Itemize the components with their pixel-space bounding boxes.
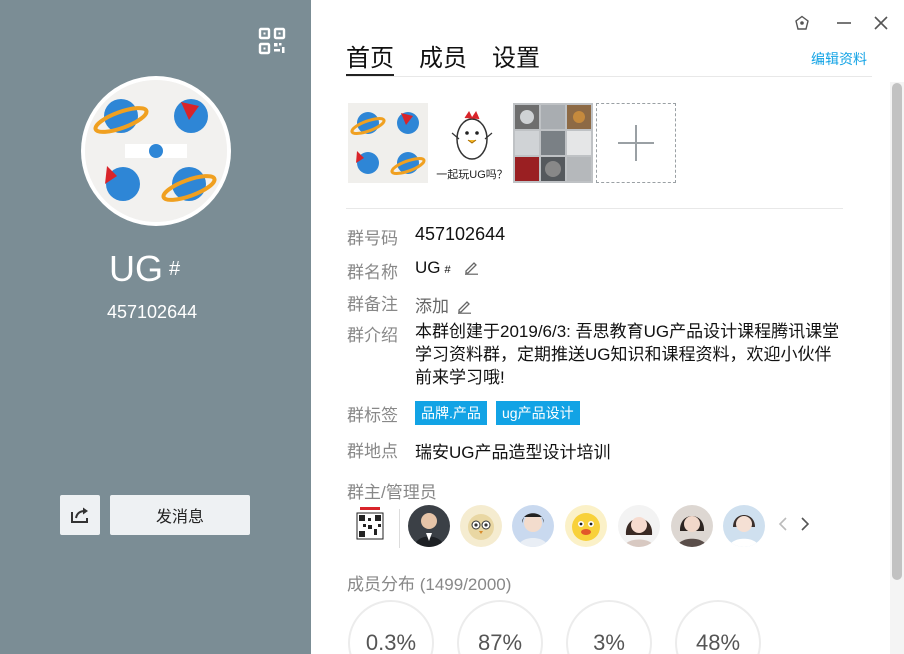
section-divider [346,208,843,209]
group-name-text: UG [109,248,163,289]
plus-icon [618,125,654,161]
tab-divider [346,76,872,77]
member-distribution-title: 成员分布 (1499/2000) [347,570,511,595]
tab-bar: 首页 成员 设置 [346,38,565,76]
distribution-count: (1499/2000) [419,575,512,594]
remark-label: 群备注 [347,295,398,314]
minimize-icon[interactable] [834,13,854,33]
admin-avatar[interactable] [618,505,660,547]
tab-home[interactable]: 首页 [346,38,394,76]
group-photo[interactable]: 一起玩UG吗？ [432,103,512,183]
group-number: 457102644 [107,302,198,322]
edit-remark-icon [457,301,471,314]
add-remark-link[interactable]: 添加 [415,292,472,317]
admins-next-arrow[interactable] [800,515,810,538]
tab-members[interactable]: 成员 [419,38,467,76]
edit-profile-link[interactable]: 编辑资料 [811,49,867,69]
pin-icon[interactable] [792,13,812,33]
group-id-value: 457102644 [415,224,506,244]
profile-panel: UG # 457102644 发消息 [0,0,311,654]
group-name-text: UG [415,258,441,277]
qr-code-icon[interactable] [257,26,287,56]
admin-separator [399,509,400,548]
owner-qr-avatar[interactable] [350,505,390,547]
group-photo[interactable] [513,103,593,183]
group-avatar[interactable] [81,76,231,226]
scrollbar-thumb[interactable] [892,83,902,580]
intro-value: 本群创建于2019/6/3: 吾思教育UG产品设计课程腾讯课堂学习资料群，定期推… [415,322,840,387]
group-name-title: UG # [109,248,180,290]
admin-avatar[interactable] [460,505,502,547]
share-icon [71,507,88,523]
group-name-label: 群名称 [347,263,398,282]
distribution-stat[interactable]: 87% [457,600,543,654]
admins-label: 群主/管理员 [347,483,437,502]
close-icon[interactable] [871,13,891,33]
group-name-badge: # [444,264,451,276]
send-message-button[interactable]: 发消息 [110,495,250,535]
tags-label: 群标签 [347,406,398,425]
distribution-stat[interactable]: 0.3% [348,600,434,654]
add-remark-text: 添加 [415,297,449,316]
admin-avatar[interactable] [671,505,713,547]
add-photo-button[interactable] [596,103,676,183]
group-tag[interactable]: 品牌.产品 [415,401,487,425]
group-photo[interactable] [348,103,428,183]
group-id-label: 群号码 [347,229,398,248]
group-tag[interactable]: ug产品设计 [496,401,580,425]
location-value: 瑞安UG产品造型设计培训 [415,443,611,462]
admin-avatar[interactable] [723,505,765,547]
edit-name-icon[interactable] [463,259,479,275]
photo-caption: 一起玩UG吗？ [436,169,508,181]
admin-avatar[interactable] [565,505,607,547]
admins-prev-arrow[interactable] [778,515,788,538]
tab-settings[interactable]: 设置 [492,38,540,76]
distribution-stat[interactable]: 48% [675,600,761,654]
intro-label: 群介绍 [347,326,398,345]
admin-avatar[interactable] [408,505,450,547]
group-name-value: UG # [415,258,479,278]
distribution-title-text: 成员分布 [347,575,415,594]
admin-avatar[interactable] [512,505,554,547]
distribution-stat[interactable]: 3% [566,600,652,654]
location-label: 群地点 [347,442,398,461]
share-button[interactable] [60,495,100,535]
group-name-badge: # [169,258,181,280]
